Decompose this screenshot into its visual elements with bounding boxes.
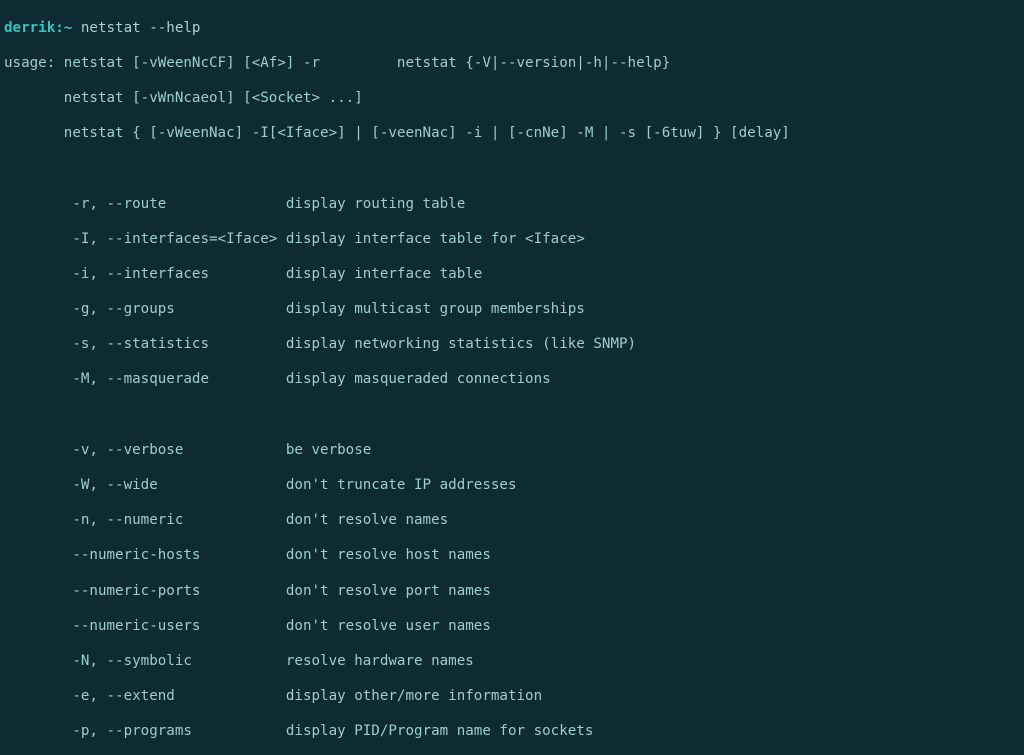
option-line: -p, --programs display PID/Program name … — [4, 723, 1020, 741]
option-line: -N, --symbolic resolve hardware names — [4, 653, 1020, 671]
option-line: -s, --statistics display networking stat… — [4, 336, 1020, 354]
option-line: --numeric-ports don't resolve port names — [4, 583, 1020, 601]
option-line: -W, --wide don't truncate IP addresses — [4, 477, 1020, 495]
option-line: -g, --groups display multicast group mem… — [4, 301, 1020, 319]
option-line: -v, --verbose be verbose — [4, 442, 1020, 460]
prompt-sep: : — [55, 20, 64, 36]
prompt-tail — [72, 20, 81, 36]
option-line: --numeric-hosts don't resolve host names — [4, 547, 1020, 565]
option-line: -i, --interfaces display interface table — [4, 266, 1020, 284]
option-line: -I, --interfaces=<Iface> display interfa… — [4, 231, 1020, 249]
option-line: -n, --numeric don't resolve names — [4, 512, 1020, 530]
usage-line: netstat { [-vWeenNac] -I[<Iface>] | [-ve… — [4, 125, 1020, 143]
option-line: --numeric-users don't resolve user names — [4, 618, 1020, 636]
option-line: -e, --extend display other/more informat… — [4, 688, 1020, 706]
terminal[interactable]: derrik:~ netstat --help usage: netstat [… — [0, 0, 1024, 755]
usage-line: usage: netstat [-vWeenNcCF] [<Af>] -r ne… — [4, 55, 1020, 73]
option-line: -r, --route display routing table — [4, 196, 1020, 214]
blank-line — [4, 407, 1020, 425]
blank-line — [4, 160, 1020, 178]
option-line: -M, --masquerade display masqueraded con… — [4, 371, 1020, 389]
usage-line: netstat [-vWnNcaeol] [<Socket> ...] — [4, 90, 1020, 108]
prompt-user: derrik — [4, 20, 55, 36]
prompt-line-1: derrik:~ netstat --help — [4, 20, 1020, 38]
typed-command: netstat --help — [81, 20, 201, 36]
